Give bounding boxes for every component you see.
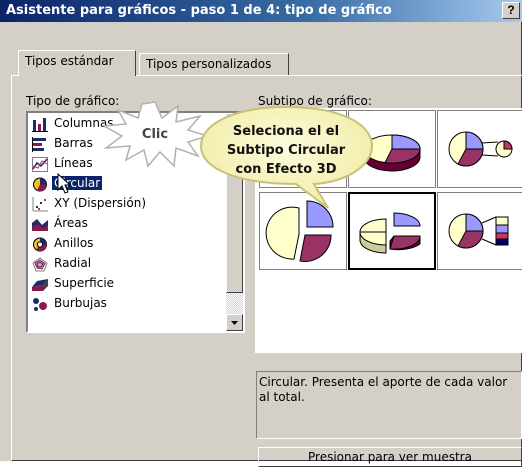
preview-sample-button[interactable]: Presionar para ver muestra bbox=[258, 447, 522, 467]
surface-chart-icon bbox=[32, 279, 48, 291]
list-item-label: XY (Dispersión) bbox=[54, 196, 147, 210]
tab-tipos-estandar[interactable]: Tipos estándar bbox=[18, 50, 136, 76]
list-item-label: Radial bbox=[54, 256, 92, 270]
instruction-callout: Seleciona el el Subtipo Circular con Efe… bbox=[196, 104, 376, 212]
pie-chart-icon bbox=[33, 177, 47, 192]
list-item-label: Burbujas bbox=[54, 296, 107, 310]
mouse-cursor-icon bbox=[57, 173, 72, 194]
bar-of-pie-thumbnail-icon bbox=[448, 213, 509, 249]
area-chart-icon bbox=[32, 219, 48, 231]
list-item-label: Líneas bbox=[54, 156, 93, 170]
list-item-superficie[interactable]: Superficie bbox=[30, 274, 226, 294]
list-item-radial[interactable]: Radial bbox=[30, 254, 226, 274]
title-bar: Asistente para gráficos - paso 1 de 4: t… bbox=[0, 0, 522, 22]
list-item-label: Anillos bbox=[54, 236, 94, 250]
bubble-chart-icon bbox=[33, 298, 47, 311]
window-title: Asistente para gráficos - paso 1 de 4: t… bbox=[6, 3, 392, 18]
radar-chart-icon bbox=[32, 257, 48, 272]
click-burst-annotation: Clic bbox=[100, 100, 211, 170]
line-chart-icon bbox=[32, 157, 48, 172]
callout-line-3: con Efecto 3D bbox=[235, 162, 337, 177]
list-item-anillos[interactable]: Anillos bbox=[30, 234, 226, 254]
callout-line-2: Subtipo Circular bbox=[226, 143, 346, 158]
subtype-pie-of-pie[interactable] bbox=[437, 110, 522, 188]
scroll-down-button[interactable] bbox=[226, 314, 243, 331]
tab-tipos-personalizados[interactable]: Tipos personalizados bbox=[139, 53, 289, 75]
bar-chart-icon bbox=[32, 137, 46, 152]
callout-text-block: Seleciona el el Subtipo Circular con Efe… bbox=[206, 122, 366, 179]
list-item-burbujas[interactable]: Burbujas bbox=[30, 294, 226, 314]
list-item-label: Áreas bbox=[54, 216, 88, 230]
callout-line-1: Seleciona el el bbox=[232, 124, 340, 139]
click-burst-label: Clic bbox=[141, 127, 169, 142]
pie-of-pie-thumbnail-icon bbox=[448, 131, 513, 167]
chart-wizard-dialog: Asistente para gráficos - paso 1 de 4: t… bbox=[0, 0, 522, 467]
list-item-label: Superficie bbox=[54, 276, 115, 290]
column-chart-icon bbox=[32, 118, 48, 132]
list-item-areas[interactable]: Áreas bbox=[30, 214, 226, 234]
chevron-down-icon bbox=[231, 321, 238, 325]
subtype-bar-of-pie[interactable] bbox=[437, 192, 522, 270]
scatter-chart-icon bbox=[32, 197, 48, 212]
help-button[interactable]: ? bbox=[502, 2, 520, 19]
doughnut-chart-icon bbox=[33, 237, 47, 252]
chart-description: Circular. Presenta el aporte de cada val… bbox=[256, 371, 522, 439]
list-item-label: Barras bbox=[54, 136, 93, 150]
